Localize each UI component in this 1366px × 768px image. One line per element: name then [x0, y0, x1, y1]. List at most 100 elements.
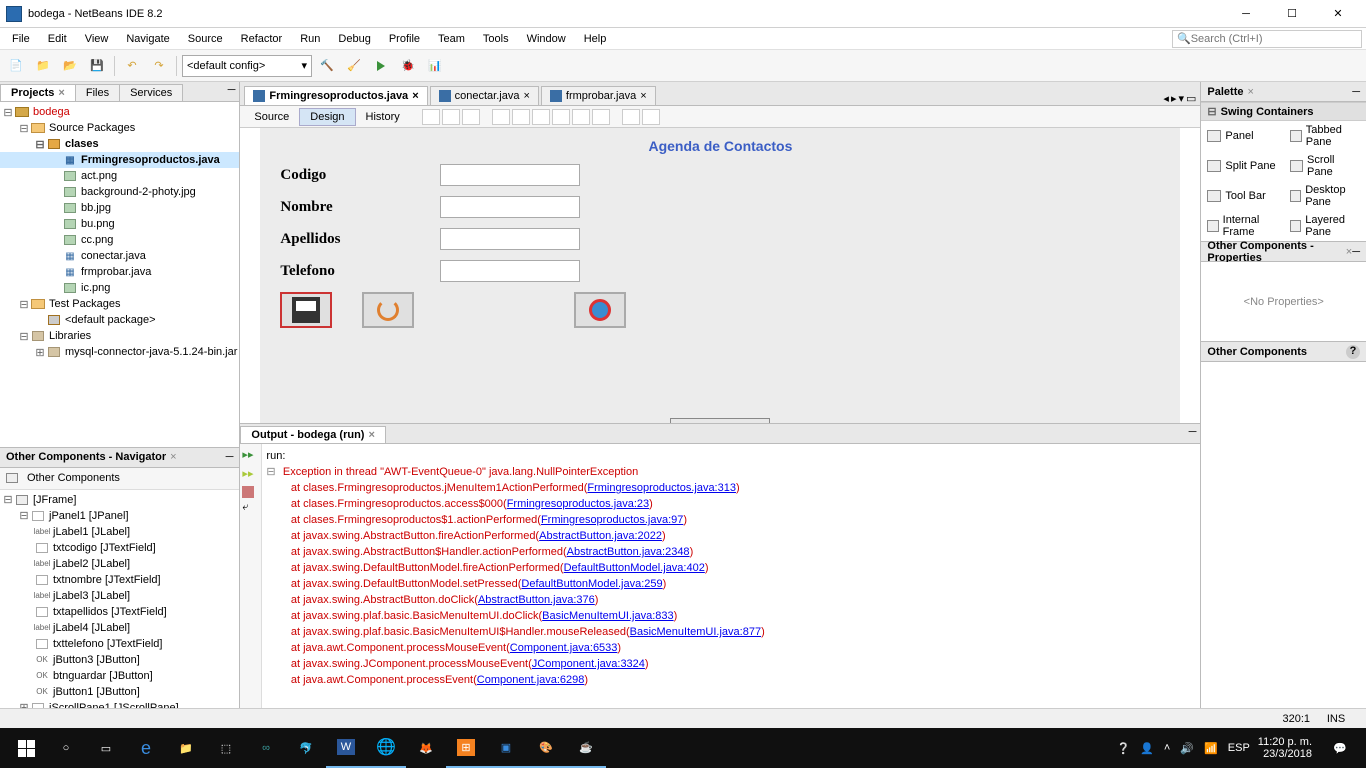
close-icon[interactable]: ×	[523, 90, 529, 102]
help-icon[interactable]: ?	[1346, 345, 1360, 359]
tree-component[interactable]: labeljLabel3 [JLabel]	[0, 588, 239, 604]
subtab-history[interactable]: History	[356, 109, 410, 125]
system-tray[interactable]: ❔ 👤 ˄ 🔊 📶 ESP	[1117, 742, 1250, 755]
redo-button[interactable]: ↷	[147, 54, 171, 78]
align-center-button[interactable]	[512, 109, 530, 125]
clean-build-button[interactable]: 🧹	[342, 54, 366, 78]
input-apellidos[interactable]	[440, 228, 580, 250]
profile-button[interactable]: 📊	[423, 54, 447, 78]
debug-button[interactable]: 🐞	[396, 54, 420, 78]
menu-profile[interactable]: Profile	[381, 31, 428, 47]
tray-chevron-icon[interactable]: ˄	[1164, 742, 1170, 754]
dropbox-icon[interactable]: ⬚	[206, 728, 246, 768]
refresh-button[interactable]	[362, 292, 414, 328]
tree-file[interactable]: bu.png	[0, 216, 239, 232]
xampp-icon[interactable]: ⊞	[446, 728, 486, 768]
maximize-editor-button[interactable]: ▭	[1186, 92, 1196, 105]
tree-file[interactable]: act.png	[0, 168, 239, 184]
label-nombre[interactable]: Nombre	[280, 199, 440, 216]
start-button[interactable]	[6, 728, 46, 768]
tree-component[interactable]: OKjButton1 [JButton]	[0, 684, 239, 700]
tree-file[interactable]: ic.png	[0, 280, 239, 296]
tree-component[interactable]: OKbtnguardar [JButton]	[0, 668, 239, 684]
close-icon[interactable]: ×	[170, 451, 176, 463]
palette-item[interactable]: Tabbed Pane	[1284, 121, 1366, 151]
tree-file[interactable]: ▦conectar.java	[0, 248, 239, 264]
cortana-button[interactable]: ○	[46, 728, 86, 768]
task-view-button[interactable]: ▭	[86, 728, 126, 768]
tab-services[interactable]: Services	[119, 84, 183, 101]
input-codigo[interactable]	[440, 164, 580, 186]
form-title-label[interactable]: Agenda de Contactos	[280, 138, 1160, 154]
menu-tools[interactable]: Tools	[475, 31, 517, 47]
palette-item[interactable]: Split Pane	[1201, 151, 1283, 181]
input-nombre[interactable]	[440, 196, 580, 218]
connection-mode-button[interactable]	[442, 109, 460, 125]
tree-file[interactable]: bb.jpg	[0, 200, 239, 216]
tree-jscrollpane[interactable]: ⊞jScrollPane1 [JScrollPane]	[0, 700, 239, 708]
netbeans-icon[interactable]: ▣	[486, 728, 526, 768]
tree-jpanel[interactable]: ⊟jPanel1 [JPanel]	[0, 508, 239, 524]
align-bottom-button[interactable]	[592, 109, 610, 125]
global-search[interactable]: 🔍	[1172, 30, 1362, 48]
align-middle-button[interactable]	[572, 109, 590, 125]
config-combo[interactable]: <default config>▾	[182, 55, 312, 77]
menu-debug[interactable]: Debug	[330, 31, 378, 47]
clock[interactable]: 11:20 p. m. 23/3/2018	[1250, 736, 1320, 760]
tree-jar[interactable]: ⊞mysql-connector-java-5.1.24-bin.jar	[0, 344, 239, 360]
run-button[interactable]	[369, 54, 393, 78]
menu-source[interactable]: Source	[180, 31, 231, 47]
resize-h-button[interactable]	[622, 109, 640, 125]
tab-projects[interactable]: Projects×	[0, 84, 76, 101]
close-icon[interactable]: ×	[412, 90, 418, 102]
save-button[interactable]	[280, 292, 332, 328]
menu-edit[interactable]: Edit	[40, 31, 75, 47]
menu-help[interactable]: Help	[576, 31, 615, 47]
tree-component[interactable]: labeljLabel4 [JLabel]	[0, 620, 239, 636]
preview-button[interactable]	[462, 109, 480, 125]
menu-file[interactable]: File	[4, 31, 38, 47]
tab-list-button[interactable]: ▾	[1178, 92, 1184, 105]
rerun-button[interactable]: ▸▸	[242, 448, 258, 464]
java-app-icon[interactable]: ☕	[566, 728, 606, 768]
label-apellidos[interactable]: Apellidos	[280, 231, 440, 248]
palette-group-containers[interactable]: Swing Containers	[1201, 102, 1366, 121]
tree-project-root[interactable]: ⊟bodega	[0, 104, 239, 120]
search-button[interactable]	[574, 292, 626, 328]
paint-icon[interactable]: 🎨	[526, 728, 566, 768]
minimize-panel-button[interactable]: ─	[226, 451, 234, 463]
form-designer[interactable]: Agenda de Contactos Codigo Nombre Apelli…	[240, 128, 1200, 423]
palette-item[interactable]: Layered Pane	[1284, 211, 1366, 241]
menu-refactor[interactable]: Refactor	[233, 31, 291, 47]
form-canvas[interactable]: Agenda de Contactos Codigo Nombre Apelli…	[260, 128, 1180, 423]
maximize-button[interactable]: ☐	[1270, 3, 1314, 25]
close-button[interactable]: ✕	[1316, 3, 1360, 25]
subtab-source[interactable]: Source	[244, 109, 299, 125]
minimize-panel-button[interactable]: ─	[1352, 86, 1360, 98]
build-button[interactable]: 🔨	[315, 54, 339, 78]
tree-component[interactable]: txttelefono [JTextField]	[0, 636, 239, 652]
undo-button[interactable]: ↶	[120, 54, 144, 78]
minimize-button[interactable]: ─	[1224, 3, 1268, 25]
editor-tab[interactable]: frmprobar.java×	[541, 86, 656, 105]
menu-team[interactable]: Team	[430, 31, 473, 47]
label-telefono[interactable]: Telefono	[280, 263, 440, 280]
tree-file[interactable]: ▦Frmingresoproductos.java	[0, 152, 239, 168]
minimize-panel-button[interactable]: ─	[228, 84, 236, 96]
input-telefono[interactable]	[440, 260, 580, 282]
open-project-button[interactable]: 📂	[58, 54, 82, 78]
edge-icon[interactable]: e	[126, 728, 166, 768]
align-right-button[interactable]	[532, 109, 550, 125]
selection-mode-button[interactable]	[422, 109, 440, 125]
tree-component[interactable]: txtnombre [JTextField]	[0, 572, 239, 588]
arduino-icon[interactable]: ∞	[246, 728, 286, 768]
new-file-button[interactable]: 📄	[4, 54, 28, 78]
menu-run[interactable]: Run	[292, 31, 328, 47]
resize-v-button[interactable]	[642, 109, 660, 125]
mostrar-datos-button[interactable]: mostrar datos	[670, 418, 770, 423]
gimp-icon[interactable]: 🦊	[406, 728, 446, 768]
minimize-panel-button[interactable]: ─	[1352, 246, 1360, 258]
chrome-icon[interactable]: 🌐	[366, 728, 406, 768]
search-input[interactable]	[1191, 33, 1351, 45]
editor-tab[interactable]: Frmingresoproductos.java×	[244, 86, 427, 105]
